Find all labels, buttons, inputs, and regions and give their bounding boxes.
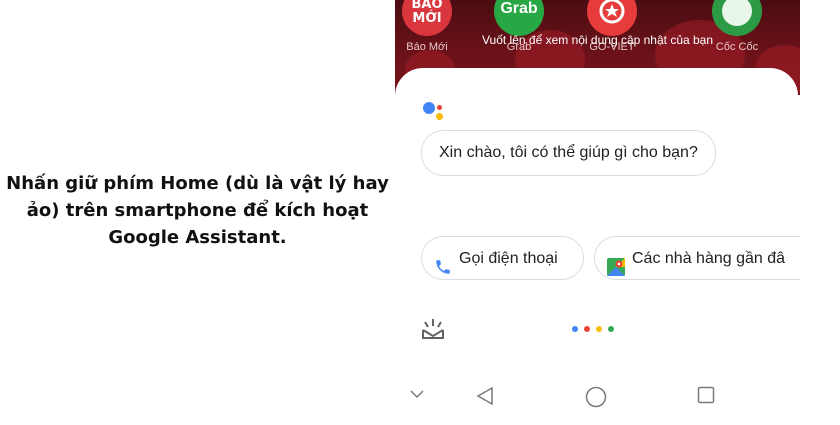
- caption-line-3: Google Assistant.: [108, 227, 287, 248]
- caption-line-1: Nhấn giữ phím Home (dù là vật lý hay: [6, 173, 389, 194]
- suggestion-chip-restaurants[interactable]: Các nhà hàng gần đâ: [594, 236, 800, 280]
- grab-icon: Grab: [494, 0, 544, 36]
- phone-icon: [434, 250, 452, 274]
- goviet-icon: [587, 0, 637, 36]
- maps-icon: [607, 250, 625, 276]
- phone-screen: BÁO MỚI Báo Mới Grab Grab GO-VIET Cốc Cố…: [395, 0, 800, 425]
- recents-icon[interactable]: [697, 386, 715, 408]
- assistant-greeting-bubble: Xin chào, tôi có thể giúp gì cho bạn?: [421, 130, 716, 176]
- swipe-up-hint: Vuốt lên để xem nội dung cập nhật của bạ…: [481, 33, 714, 47]
- baomoi-icon: BÁO MỚI: [402, 0, 452, 36]
- listening-dots: [572, 326, 622, 334]
- collapse-icon[interactable]: [409, 386, 425, 406]
- coccoc-icon: [712, 0, 762, 36]
- suggestion-chip-call[interactable]: Gọi điện thoại: [421, 236, 584, 280]
- assistant-sheet: Xin chào, tôi có thể giúp gì cho bạn? Gọ…: [395, 68, 800, 425]
- home-icon[interactable]: [585, 386, 607, 412]
- explore-icon[interactable]: [420, 318, 446, 342]
- system-navbar: [395, 380, 798, 416]
- caption: Nhấn giữ phím Home (dù là vật lý hay ảo)…: [0, 170, 395, 251]
- chip-label: Các nhà hàng gần đâ: [632, 250, 786, 267]
- google-assistant-logo-icon: [423, 100, 445, 122]
- chip-label: Gọi điện thoại: [459, 250, 558, 267]
- back-icon[interactable]: [475, 386, 495, 410]
- caption-line-2: ảo) trên smartphone để kích hoạt: [26, 200, 369, 221]
